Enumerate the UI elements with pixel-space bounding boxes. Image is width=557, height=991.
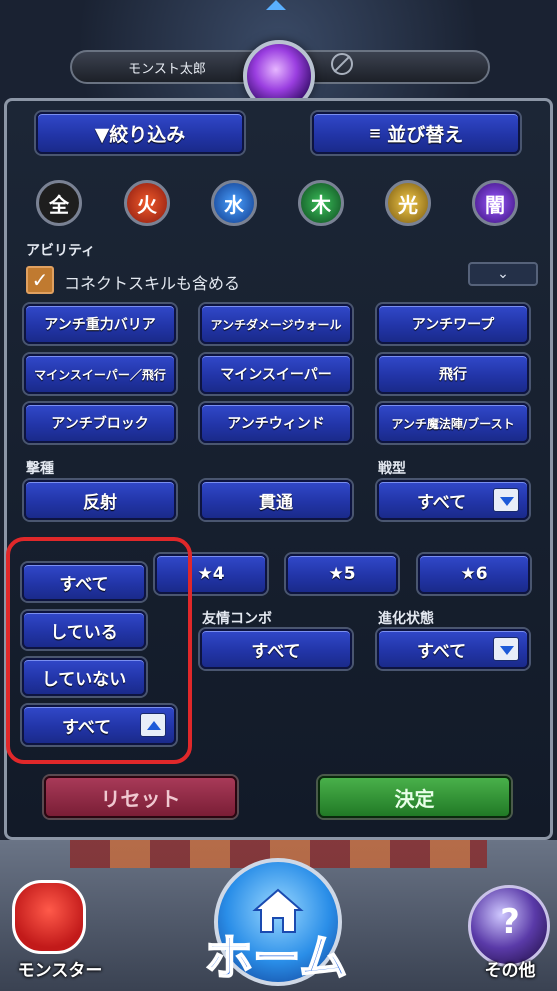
triangle-down-icon [493, 488, 519, 512]
reset-button[interactable]: リセット [44, 776, 237, 818]
battle-type-label: 戦型 [378, 461, 406, 477]
element-light-glyph: 光 [398, 192, 418, 217]
monster-icon[interactable] [12, 880, 86, 954]
scroll-up-arrow-icon[interactable] [266, 0, 286, 10]
ability-button[interactable]: アンチ魔法陣/ブースト [377, 403, 529, 443]
ability-button[interactable]: アンチ重力バリア [24, 304, 176, 344]
confirm-button[interactable]: 決定 [318, 776, 511, 818]
sort-tab-label: 並び替え [387, 123, 464, 146]
rarity-button[interactable]: ★5 [286, 554, 398, 594]
element-fire-glyph: 火 [137, 192, 157, 217]
evolution-label: 進化状態 [378, 611, 434, 627]
element-all-glyph: 全 [49, 192, 69, 217]
filter-tab[interactable]: ▼絞り込み [36, 112, 244, 154]
connect-skill-checkbox[interactable]: ✓ [26, 266, 54, 294]
element-dark-icon[interactable]: 闇 [472, 180, 518, 226]
battle-type-value: すべて [417, 492, 467, 513]
element-all-icon[interactable]: 全 [36, 180, 82, 226]
ability-collapse-button[interactable]: ⌄ [468, 262, 538, 286]
sort-tab[interactable]: ≡ 並び替え [312, 112, 520, 154]
monster-label: モンスター [17, 961, 103, 981]
evolution-select[interactable]: すべて [377, 629, 529, 669]
element-wood-glyph: 木 [311, 192, 331, 217]
element-dark-glyph: 闇 [485, 192, 505, 217]
attack-type-button[interactable]: 貫通 [200, 480, 352, 520]
ability-button[interactable]: アンチダメージウォール [200, 304, 352, 344]
ability-button[interactable]: アンチウィンド [200, 403, 352, 443]
ability-button[interactable]: アンチブロック [24, 403, 176, 443]
friendship-select[interactable]: すべて [200, 629, 352, 669]
question-icon: ? [500, 902, 520, 942]
ability-button[interactable]: アンチワープ [377, 304, 529, 344]
element-light-icon[interactable]: 光 [385, 180, 431, 226]
home-label: ホーム [204, 929, 349, 987]
other-label: その他 [484, 961, 536, 981]
element-water-glyph: 水 [224, 192, 244, 217]
check-icon: ✓ [31, 268, 49, 292]
ability-button[interactable]: マインスイーパー／飛行 [24, 354, 176, 394]
battle-type-select[interactable]: すべて [377, 480, 529, 520]
rarity-button[interactable]: ★6 [418, 554, 530, 594]
player-name: モンスト太郎 [128, 62, 206, 77]
element-water-icon[interactable]: 水 [211, 180, 257, 226]
connect-skill-label: コネクトスキルも含める [64, 274, 241, 293]
ability-button[interactable]: 飛行 [377, 354, 529, 394]
highlight-frame [6, 537, 192, 764]
ability-section-label: アビリティ [26, 243, 96, 259]
ban-icon [331, 53, 353, 75]
evolution-value: すべて [417, 641, 467, 662]
element-wood-icon[interactable]: 木 [298, 180, 344, 226]
sort-icon: ≡ [368, 124, 382, 142]
friendship-label: 友情コンボ [202, 611, 272, 627]
ability-button[interactable]: マインスイーパー [200, 354, 352, 394]
filter-tab-label: ▼絞り込み [94, 123, 186, 146]
triangle-down-icon [493, 637, 519, 661]
chevron-down-icon: ⌄ [497, 266, 509, 282]
attack-type-label: 撃種 [26, 461, 54, 477]
element-fire-icon[interactable]: 火 [124, 180, 170, 226]
attack-type-button[interactable]: 反射 [24, 480, 176, 520]
